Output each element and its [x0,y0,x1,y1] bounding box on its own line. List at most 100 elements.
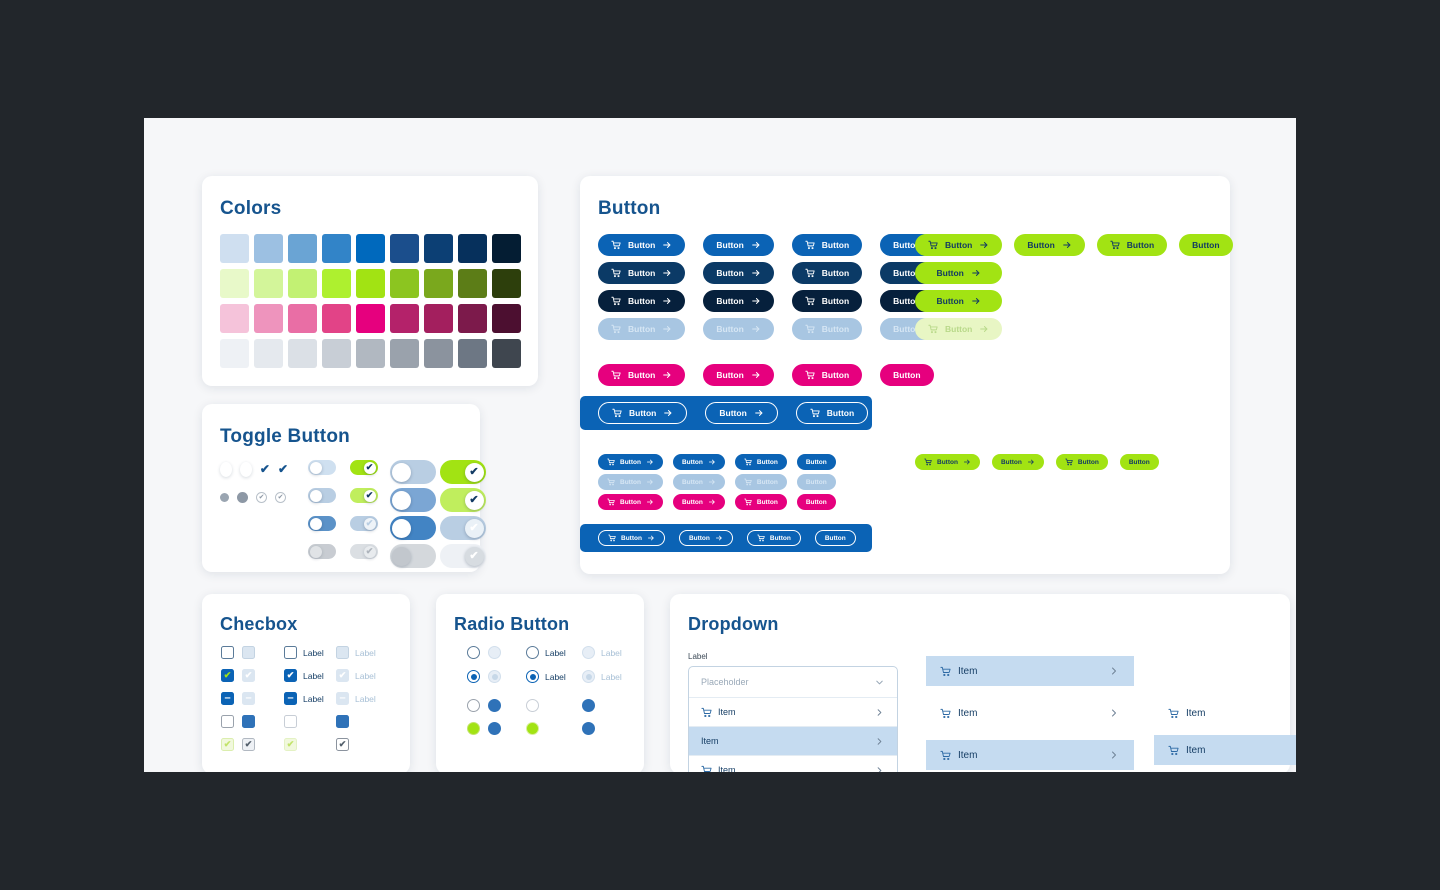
checkbox-item[interactable] [221,715,234,728]
checkbox-item[interactable]: – Label [284,692,324,705]
button[interactable]: Button [734,474,787,490]
color-swatch[interactable] [492,339,521,368]
color-swatch[interactable] [356,269,385,298]
toggle-switch[interactable]: ✔ [350,460,378,475]
button[interactable]: Button [795,402,869,424]
checkbox-box[interactable]: ✔ [284,738,297,751]
toggle-switch[interactable] [308,488,336,503]
checkbox-box[interactable]: ✔ [221,738,234,751]
button[interactable]: Button [915,234,1003,256]
checkbox-item[interactable]: ✔ [221,738,234,751]
color-swatch[interactable] [458,304,487,333]
color-swatch[interactable] [492,269,521,298]
radio-item[interactable] [526,699,539,712]
checkbox-box[interactable]: ✔ [284,669,297,682]
color-swatch[interactable] [424,234,453,263]
radio-item[interactable]: Label [582,646,622,659]
checkbox-item[interactable] [336,715,349,728]
color-swatch[interactable] [424,269,453,298]
button[interactable]: Button [598,494,663,510]
color-swatch[interactable] [424,304,453,333]
checkbox-box[interactable] [336,646,349,659]
button[interactable]: Button [791,262,863,284]
checkbox-box[interactable]: – [336,692,349,705]
checkbox-box[interactable]: ✔ [242,669,255,682]
radio-item[interactable] [467,699,480,712]
checkbox-item[interactable]: ✔ [242,669,255,682]
color-swatch[interactable] [322,304,351,333]
menu-item[interactable]: Item [1154,698,1296,728]
button[interactable]: Button [915,454,980,470]
button[interactable]: Button [1179,234,1233,256]
checkbox-item[interactable]: ✔ [221,669,234,682]
button[interactable]: Button [1014,234,1085,256]
button[interactable]: Button [703,364,774,386]
button[interactable]: Button [1096,234,1168,256]
checkbox-item[interactable]: ✔ [242,738,255,751]
button[interactable]: Button [705,402,778,424]
checkbox-item[interactable] [221,646,234,659]
radio-item[interactable] [488,670,501,683]
color-swatch[interactable] [220,339,249,368]
checkbox-box[interactable] [242,646,255,659]
color-swatch[interactable] [390,339,419,368]
button[interactable]: Button [672,454,725,470]
button[interactable]: Button [598,262,686,284]
color-swatch[interactable] [390,304,419,333]
radio-item[interactable] [488,699,501,712]
color-swatch[interactable] [254,304,283,333]
toggle-switch[interactable]: ✔ [440,460,486,484]
color-swatch[interactable] [254,339,283,368]
checkbox-box[interactable] [221,715,234,728]
toggle-switch[interactable]: ✔ [350,516,378,531]
menu-item[interactable]: Item [926,656,1134,686]
dropdown-option[interactable]: Item [689,755,897,772]
button[interactable]: Button [991,454,1044,470]
checkbox-item[interactable] [284,715,297,728]
button[interactable]: Button [672,474,725,490]
checkbox-item[interactable] [242,715,255,728]
color-swatch[interactable] [288,269,317,298]
radio-item[interactable] [467,670,480,683]
button[interactable]: Button [678,530,733,546]
button[interactable]: Button [1055,454,1108,470]
color-swatch[interactable] [458,234,487,263]
menu-item[interactable]: Item [926,698,1134,728]
checkbox-item[interactable]: Label [336,646,376,659]
radio-item[interactable] [467,722,480,735]
radio-circle[interactable] [488,670,501,683]
button[interactable]: Button [746,530,801,546]
menu-item[interactable]: Item [926,740,1134,770]
color-swatch[interactable] [254,234,283,263]
checkbox-box[interactable] [284,646,297,659]
button[interactable]: Button [880,364,934,386]
radio-item[interactable] [467,646,480,659]
button[interactable]: Button [598,318,686,340]
checkbox-item[interactable]: ✔ [284,738,297,751]
chevron-down-icon[interactable] [874,677,885,688]
radio-circle[interactable] [526,699,539,712]
button[interactable]: Button [703,290,774,312]
toggle-switch[interactable] [308,516,336,531]
radio-circle[interactable] [467,722,480,735]
button[interactable]: Button [791,290,863,312]
button[interactable]: Button [886,402,942,424]
button[interactable]: Button [791,364,863,386]
dropdown-combobox[interactable]: Placeholder Item Item Item [688,666,898,772]
toggle-switch[interactable] [308,460,336,475]
color-swatch[interactable] [492,234,521,263]
dropdown-input[interactable]: Placeholder [689,667,897,697]
button[interactable]: Button [791,318,863,340]
radio-item[interactable]: Label [526,646,566,659]
toggle-switch[interactable]: ✔ [440,516,486,540]
checkbox-box[interactable]: – [284,692,297,705]
radio-circle[interactable] [526,722,539,735]
radio-circle[interactable] [582,699,595,712]
toggle-switch[interactable] [390,516,436,540]
button[interactable]: Button [915,318,1003,340]
radio-item[interactable] [582,699,595,712]
radio-item[interactable] [526,722,539,735]
button[interactable]: Button [598,290,686,312]
checkbox-box[interactable]: ✔ [242,738,255,751]
checkbox-item[interactable]: Label [284,646,324,659]
